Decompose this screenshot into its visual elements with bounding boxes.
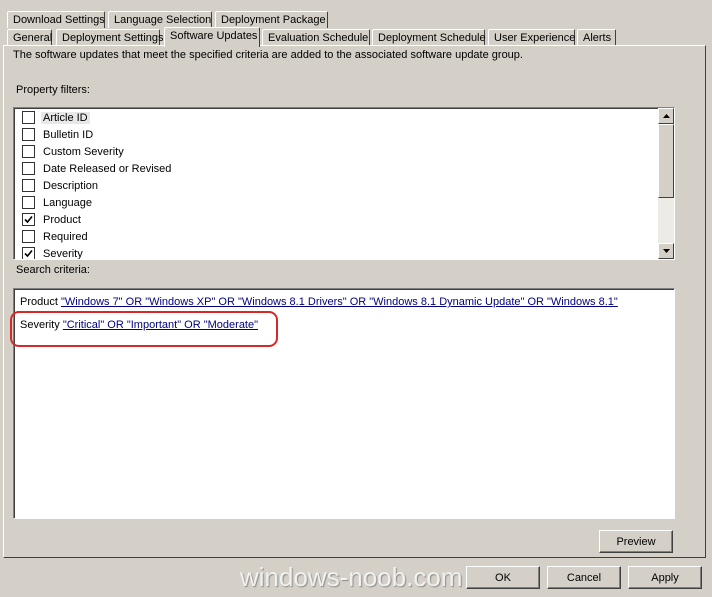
list-item[interactable]: Product [22,211,83,228]
apply-button[interactable]: Apply [628,566,702,589]
criteria-value-link[interactable]: "Windows 7" OR "Windows XP" OR "Windows … [61,296,618,308]
list-item-label: Product [43,213,81,226]
list-item-label: Bulletin ID [43,128,94,141]
list-item-label: Date Released or Revised [43,162,172,175]
list-item[interactable]: Article ID [22,109,90,126]
ok-button[interactable]: OK [466,566,540,589]
list-item[interactable]: Language [22,194,94,211]
arrow-up-icon [662,114,670,118]
tab-evaluation-schedule[interactable]: Evaluation Schedule [262,29,370,46]
list-item[interactable]: Date Released or Revised [22,160,173,177]
cancel-button[interactable]: Cancel [547,566,621,589]
checkbox[interactable] [22,196,35,209]
checkbox[interactable] [22,162,35,175]
checkbox[interactable] [22,111,35,124]
checkbox-checked[interactable] [22,213,35,226]
property-filters-list[interactable]: Article ID Bulletin ID Custom Severity D… [13,107,675,260]
checkbox[interactable] [22,145,35,158]
watermark-text: windows-noob.com [240,562,463,592]
tab-deployment-settings[interactable]: Deployment Settings [56,29,164,46]
criteria-field-label: Product [20,296,58,308]
tab-general[interactable]: General [7,29,52,46]
property-filters-label: Property filters: [16,84,90,96]
list-item-label: Severity [43,247,83,260]
tab-deployment-schedule[interactable]: Deployment Schedule [372,29,486,46]
criteria-line-product: Product "Windows 7" OR "Windows XP" OR "… [20,296,618,308]
tab-user-experience[interactable]: User Experience [488,29,575,46]
tab-alerts[interactable]: Alerts [577,29,616,46]
scroll-thumb[interactable] [658,124,674,198]
checkbox[interactable] [22,128,35,141]
checkbox-checked[interactable] [22,247,35,259]
vertical-scrollbar[interactable] [658,108,674,259]
checkmark-icon [24,215,33,224]
search-criteria-label: Search criteria: [16,264,90,276]
scroll-up-button[interactable] [658,108,674,124]
list-item[interactable]: Required [22,228,90,245]
list-item-label: Language [43,196,92,209]
tab-language-selection[interactable]: Language Selection [108,11,212,28]
checkbox[interactable] [22,230,35,243]
tab-software-updates[interactable]: Software Updates [164,27,260,47]
tab-download-settings[interactable]: Download Settings [7,11,105,28]
preview-button[interactable]: Preview [599,530,673,553]
list-item[interactable]: Custom Severity [22,143,126,160]
list-item-label: Required [43,230,88,243]
list-item-label: Custom Severity [43,145,124,158]
annotation-highlight [10,311,278,347]
list-item[interactable]: Severity [22,245,85,260]
list-item-label: Article ID [41,111,90,124]
scroll-down-button[interactable] [658,243,674,259]
checkbox[interactable] [22,179,35,192]
list-item[interactable]: Description [22,177,100,194]
list-item[interactable]: Bulletin ID [22,126,95,143]
list-item-label: Description [43,179,99,192]
description-text: The software updates that meet the speci… [13,49,523,61]
checkmark-icon [24,249,33,258]
arrow-down-icon [662,249,670,253]
tab-deployment-package[interactable]: Deployment Package [215,11,328,28]
